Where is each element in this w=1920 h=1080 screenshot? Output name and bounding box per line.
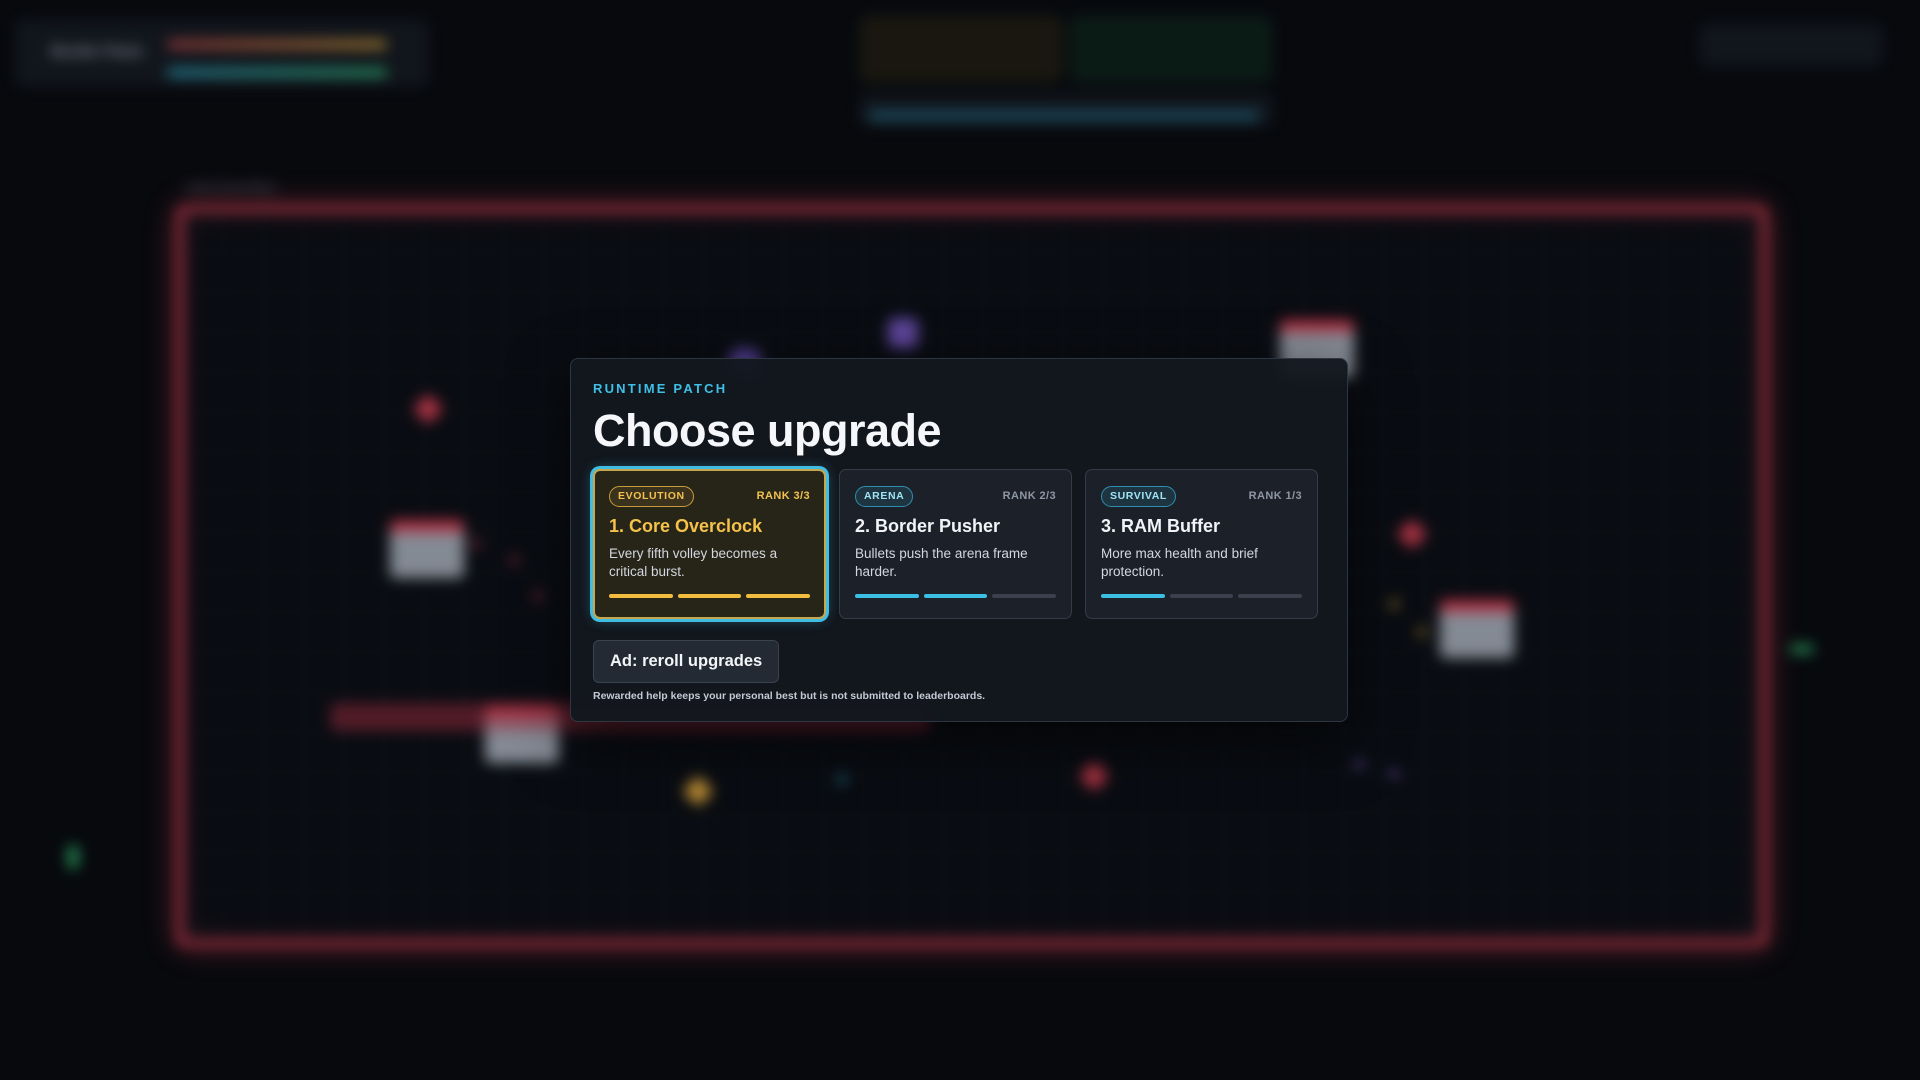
- game-logo: Border Panic: [51, 43, 145, 60]
- upgrade-tag: EVOLUTION: [609, 485, 694, 507]
- projectile: [1355, 760, 1363, 768]
- rank-pip: [1101, 594, 1165, 598]
- upgrade-name: 3. RAM Buffer: [1101, 516, 1221, 536]
- upgrade-description: More max health and brief protection.: [1101, 546, 1258, 579]
- projectile: [1418, 628, 1426, 636]
- enemy-cube: [888, 318, 918, 348]
- upgrade-modal: RUNTIME PATCH Choose upgrade EVOLUTION R…: [570, 358, 1348, 722]
- upgrade-tag: ARENA: [855, 485, 914, 507]
- upgrade-name: 2. Border Pusher: [855, 516, 1001, 536]
- reroll-disclaimer: Rewarded help keeps your personal best b…: [593, 690, 986, 702]
- rank-pip: [1238, 594, 1303, 598]
- progress-panel: [860, 94, 1272, 126]
- upgrade-rank: RANK 2/3: [1002, 490, 1056, 502]
- enemy-block: [390, 520, 464, 578]
- upgrade-card-border-pusher[interactable]: ARENA RANK 2/3 2. Border Pusher Bullets …: [839, 469, 1072, 619]
- stats-panel: [1700, 24, 1882, 66]
- rank-pip: [1169, 594, 1234, 598]
- upgrade-card-ram-buffer[interactable]: SURVIVAL RANK 1/3 3. RAM Buffer More max…: [1085, 469, 1318, 619]
- enemy-block: [1440, 600, 1514, 658]
- rank-pip: [992, 594, 1057, 598]
- upgrade-card-list: EVOLUTION RANK 3/3 1. Core Overclock Eve…: [593, 469, 1325, 619]
- upgrade-card-core-overclock[interactable]: EVOLUTION RANK 3/3 1. Core Overclock Eve…: [593, 469, 826, 619]
- reroll-ad-button[interactable]: Ad: reroll upgrades: [593, 640, 780, 683]
- rank-pips: [855, 594, 1057, 598]
- upgrade-rank: RANK 3/3: [756, 490, 810, 502]
- modal-title: Choose upgrade: [593, 405, 942, 456]
- score-panel: [860, 16, 1062, 82]
- health-bar: [167, 41, 387, 48]
- upgrade-description: Every fifth volley becomes a critical bu…: [609, 546, 778, 579]
- pickup: [1790, 645, 1814, 653]
- rank-pip: [609, 594, 673, 598]
- rank-pips: [609, 594, 811, 598]
- upgrade-rank: RANK 1/3: [1248, 490, 1302, 502]
- rank-pips: [1101, 594, 1303, 598]
- modal-eyebrow: RUNTIME PATCH: [593, 381, 728, 396]
- projectile: [510, 556, 518, 564]
- rank-pip: [923, 594, 988, 598]
- arena-label: arena boundary: [186, 180, 277, 194]
- rank-pip: [855, 594, 919, 598]
- player-hud: Border Panic: [16, 20, 428, 86]
- upgrade-name: 1. Core Overclock: [609, 516, 763, 536]
- projectile: [838, 775, 846, 783]
- energy-bar: [167, 69, 387, 76]
- projectile: [1390, 770, 1398, 778]
- upgrade-description: Bullets push the arena frame harder.: [855, 546, 1028, 579]
- upgrade-tag: SURVIVAL: [1101, 485, 1176, 507]
- projectile: [534, 592, 542, 600]
- rank-pip: [677, 594, 742, 598]
- combo-panel: [1070, 16, 1272, 82]
- projectile: [1390, 600, 1398, 608]
- pickup: [68, 845, 78, 869]
- projectile: [472, 540, 480, 548]
- wave-progress-bar: [869, 113, 1259, 118]
- rank-pip: [746, 594, 811, 598]
